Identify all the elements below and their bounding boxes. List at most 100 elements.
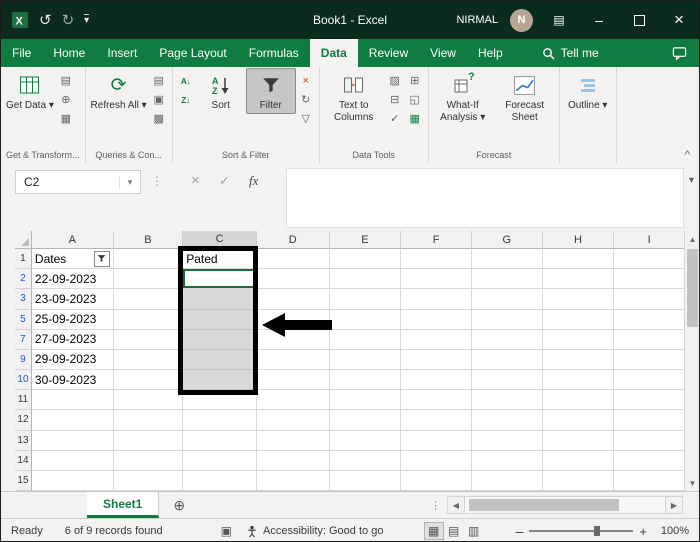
sort-az-icon[interactable]: A↓ <box>178 74 194 89</box>
tab-scroll-divider[interactable]: ⋮ <box>424 492 447 518</box>
cell[interactable] <box>614 370 685 391</box>
cell[interactable] <box>401 249 472 270</box>
cell[interactable] <box>256 249 330 270</box>
tab-data[interactable]: Data <box>309 39 358 67</box>
cell[interactable] <box>401 289 472 310</box>
cell[interactable] <box>113 309 184 330</box>
horizontal-scrollbar-thumb[interactable] <box>469 499 619 511</box>
cell[interactable] <box>401 329 472 350</box>
cell[interactable] <box>256 289 330 310</box>
cell[interactable] <box>256 269 330 290</box>
cell-a3[interactable]: 23-09-2023 <box>31 289 114 310</box>
from-text-csv-icon[interactable]: ▤ <box>58 74 74 89</box>
horizontal-scrollbar-track[interactable] <box>465 496 665 514</box>
properties-icon[interactable]: ▣ <box>151 93 167 108</box>
cell[interactable] <box>471 370 543 391</box>
cell[interactable] <box>31 450 114 471</box>
cell[interactable] <box>471 289 543 310</box>
cell-c3[interactable] <box>183 289 257 310</box>
add-sheet-button[interactable]: ⊕ <box>159 492 199 518</box>
tab-page-layout[interactable]: Page Layout <box>148 39 237 67</box>
cell[interactable] <box>329 390 402 411</box>
cell[interactable] <box>183 450 257 471</box>
cell[interactable] <box>113 269 184 290</box>
cell-a7[interactable]: 27-09-2023 <box>31 329 114 350</box>
cell[interactable] <box>401 410 472 431</box>
cell[interactable] <box>329 349 402 371</box>
cell[interactable] <box>401 349 472 371</box>
cell[interactable] <box>401 390 472 411</box>
cell[interactable] <box>542 470 615 492</box>
normal-view-icon[interactable]: ▦ <box>423 522 444 540</box>
cell[interactable] <box>329 329 402 350</box>
macro-record-icon[interactable]: ▣ <box>221 524 232 538</box>
cell[interactable] <box>256 309 330 330</box>
remove-duplicates-icon[interactable]: ⊟ <box>387 93 403 108</box>
cell[interactable] <box>256 370 330 391</box>
tab-review[interactable]: Review <box>358 39 419 67</box>
tab-insert[interactable]: Insert <box>96 39 148 67</box>
column-header-h[interactable]: H <box>542 231 615 249</box>
edit-links-icon[interactable]: ▩ <box>151 112 167 127</box>
row-header[interactable]: 12 <box>15 410 32 431</box>
page-layout-view-icon[interactable]: ▤ <box>444 522 464 540</box>
cell[interactable] <box>542 329 615 350</box>
cell[interactable] <box>614 390 685 411</box>
cell[interactable] <box>113 289 184 310</box>
from-web-icon[interactable]: ⊕ <box>58 93 74 108</box>
get-data-button[interactable]: Get Data ▾ <box>4 68 56 114</box>
zoom-slider-thumb[interactable] <box>593 526 600 536</box>
cell[interactable] <box>542 269 615 290</box>
redo-icon[interactable]: ↻ <box>62 13 75 28</box>
scroll-up-icon[interactable]: ▲ <box>685 231 699 247</box>
undo-icon[interactable]: ↺ <box>39 13 52 28</box>
tab-formulas[interactable]: Formulas <box>238 39 310 67</box>
cell[interactable] <box>113 349 184 371</box>
vertical-scrollbar-thumb[interactable] <box>687 249 698 327</box>
cell[interactable] <box>31 410 114 431</box>
chevron-down-icon[interactable]: ▾ <box>119 176 140 188</box>
sheet-tab-sheet1[interactable]: Sheet1 <box>87 492 160 518</box>
cell[interactable] <box>329 309 402 330</box>
row-header[interactable]: 14 <box>15 450 32 471</box>
cell-a5[interactable]: 25-09-2023 <box>31 309 114 330</box>
consolidate-icon[interactable]: ⊞ <box>407 74 423 89</box>
scroll-right-icon[interactable]: ▶ <box>665 496 683 514</box>
cell[interactable] <box>614 269 685 290</box>
cell[interactable] <box>614 451 685 471</box>
cell[interactable] <box>256 450 330 471</box>
row-header-filtered[interactable]: 7 <box>15 329 32 350</box>
cell[interactable] <box>183 410 257 431</box>
advanced-filter-icon[interactable]: ▽ <box>298 112 314 127</box>
cell[interactable] <box>256 329 330 350</box>
column-header-f[interactable]: F <box>401 231 472 249</box>
data-model-icon[interactable]: ▦ <box>407 112 423 127</box>
tab-help[interactable]: Help <box>467 39 514 67</box>
column-header-g[interactable]: G <box>471 231 543 249</box>
cell[interactable] <box>329 289 402 310</box>
tab-home[interactable]: Home <box>42 39 96 67</box>
cell[interactable] <box>256 349 330 371</box>
cell[interactable] <box>542 249 615 270</box>
accessibility-status[interactable]: Accessibility: Good to go <box>246 525 383 538</box>
row-header[interactable]: 11 <box>15 390 32 411</box>
tab-view[interactable]: View <box>419 39 467 67</box>
cell[interactable] <box>401 470 472 492</box>
cell[interactable] <box>401 370 472 391</box>
column-header-a[interactable]: A <box>31 231 114 249</box>
cell[interactable] <box>183 390 257 411</box>
formula-input[interactable] <box>286 168 684 228</box>
cell[interactable] <box>542 390 615 411</box>
column-header-d[interactable]: D <box>256 231 330 249</box>
cell[interactable] <box>256 410 330 431</box>
cell[interactable] <box>113 470 184 492</box>
cell[interactable] <box>329 450 402 471</box>
vertical-scrollbar[interactable]: ▲ ▼ <box>684 231 699 491</box>
cell[interactable] <box>542 430 615 451</box>
comment-icon[interactable] <box>660 39 699 67</box>
cell[interactable] <box>113 370 184 391</box>
cell[interactable] <box>542 370 615 391</box>
cell[interactable] <box>113 249 184 270</box>
cell[interactable] <box>256 430 330 451</box>
cell[interactable] <box>329 470 402 492</box>
